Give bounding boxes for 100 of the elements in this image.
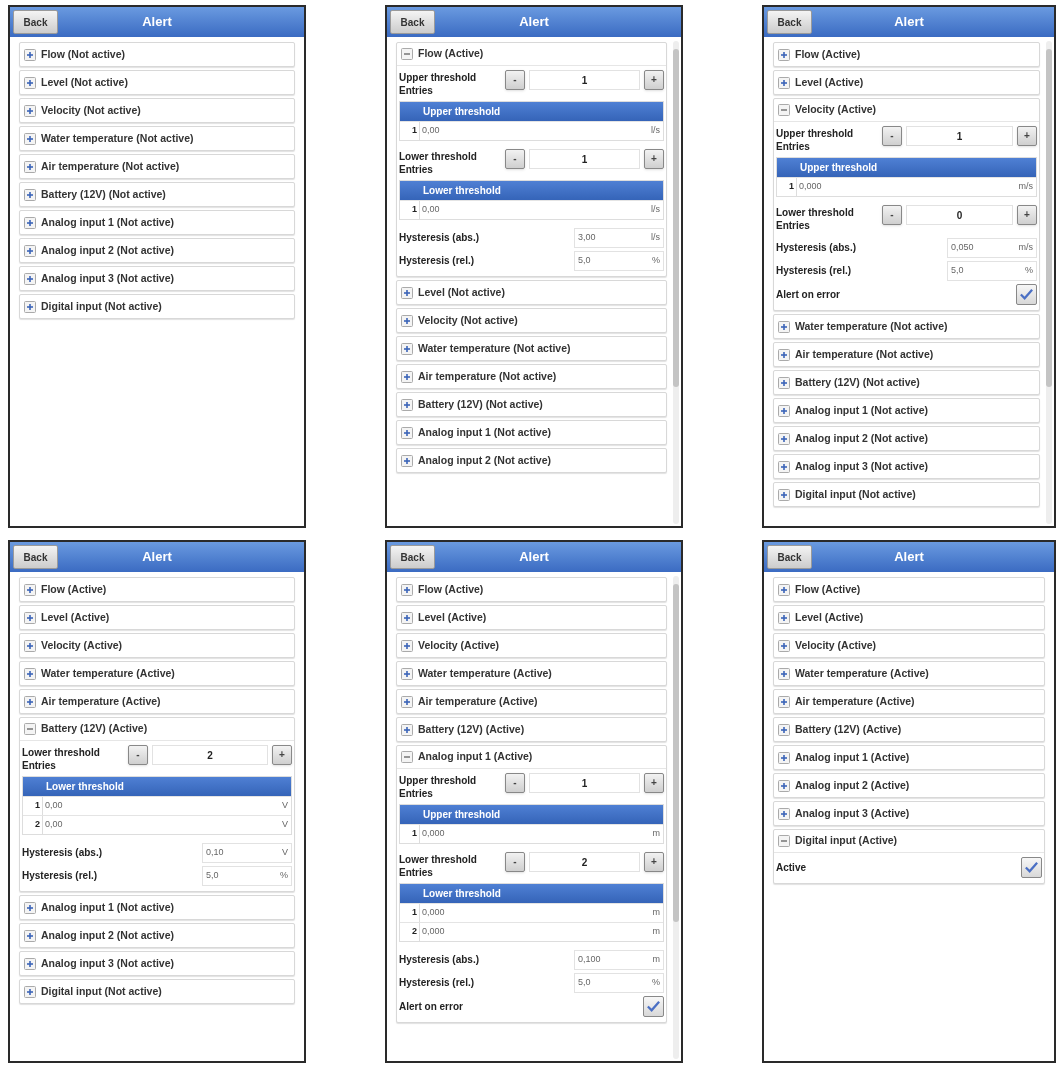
section-header[interactable]: Flow (Active) [20,578,294,601]
section-header[interactable]: Battery (12V) (Active) [397,718,666,741]
section-header[interactable]: Battery (12V) (Active) [20,718,294,741]
section-header[interactable]: Level (Active) [20,606,294,629]
section-header[interactable]: Air temperature (Active) [774,690,1044,713]
section-header[interactable]: Level (Active) [774,606,1044,629]
section-header[interactable]: Velocity (Not active) [397,309,666,332]
decrement-button[interactable]: - [882,205,902,225]
section-header[interactable]: Level (Active) [774,71,1039,94]
section-header[interactable]: Flow (Active) [774,578,1044,601]
back-button[interactable]: Back [767,545,812,569]
section-header[interactable]: Analog input 1 (Active) [774,746,1044,769]
number-field[interactable]: 0,050 m/s [947,237,1037,258]
section-header[interactable]: Air temperature (Active) [397,690,666,713]
section-header[interactable]: Battery (12V) (Active) [774,718,1044,741]
section-header[interactable]: Analog input 3 (Not active) [774,455,1039,478]
section-header[interactable]: Analog input 2 (Not active) [20,239,294,262]
section-header[interactable]: Analog input 2 (Not active) [20,924,294,947]
count-field[interactable]: 1 [906,126,1013,146]
section-header[interactable]: Air temperature (Not active) [397,365,666,388]
section-header[interactable]: Velocity (Active) [774,634,1044,657]
table-cell[interactable]: 0,000 m [420,923,663,941]
increment-button[interactable]: + [1017,126,1037,146]
number-field[interactable]: 5,0 % [574,972,664,993]
section-header[interactable]: Flow (Not active) [20,43,294,66]
number-field[interactable]: 5,0 % [202,865,292,886]
section-header[interactable]: Digital input (Not active) [20,295,294,318]
section-header[interactable]: Water temperature (Active) [774,662,1044,685]
section-header[interactable]: Water temperature (Active) [397,662,666,685]
decrement-button[interactable]: - [505,70,525,90]
section-header[interactable]: Water temperature (Not active) [20,127,294,150]
section-header[interactable]: Digital input (Not active) [20,980,294,1003]
count-field[interactable]: 2 [529,852,640,872]
section-header[interactable]: Velocity (Active) [397,634,666,657]
count-field[interactable]: 1 [529,70,640,90]
back-button[interactable]: Back [13,545,58,569]
back-button[interactable]: Back [13,10,58,34]
table-cell[interactable]: 0,000 m [420,825,663,843]
decrement-button[interactable]: - [128,745,148,765]
section-header[interactable]: Flow (Active) [774,43,1039,66]
table-cell[interactable]: 0,000 m/s [797,178,1036,196]
section-header[interactable]: Analog input 2 (Not active) [397,449,666,472]
section-header[interactable]: Velocity (Active) [20,634,294,657]
section-header[interactable]: Air temperature (Not active) [20,155,294,178]
scrollbar[interactable] [673,41,679,524]
count-field[interactable]: 0 [906,205,1013,225]
table-cell[interactable]: 0,00 V [43,797,291,815]
decrement-button[interactable]: - [505,149,525,169]
section-header[interactable]: Battery (12V) (Not active) [774,371,1039,394]
increment-button[interactable]: + [644,70,664,90]
section-header[interactable]: Battery (12V) (Not active) [397,393,666,416]
section-header[interactable]: Level (Not active) [20,71,294,94]
number-field[interactable]: 3,00 l/s [574,227,664,248]
count-field[interactable]: 1 [529,773,640,793]
scrollbar[interactable] [673,576,679,1059]
back-button[interactable]: Back [767,10,812,34]
section-header[interactable]: Battery (12V) (Not active) [20,183,294,206]
increment-button[interactable]: + [644,852,664,872]
section-header[interactable]: Analog input 1 (Not active) [397,421,666,444]
section-header[interactable]: Analog input 1 (Active) [397,746,666,769]
section-header[interactable]: Water temperature (Not active) [397,337,666,360]
section-header[interactable]: Analog input 2 (Not active) [774,427,1039,450]
section-header[interactable]: Analog input 1 (Not active) [20,211,294,234]
table-cell[interactable]: 0,00 l/s [420,122,663,140]
section-header[interactable]: Water temperature (Not active) [774,315,1039,338]
section-header[interactable]: Analog input 1 (Not active) [774,399,1039,422]
increment-button[interactable]: + [644,149,664,169]
decrement-button[interactable]: - [505,773,525,793]
section-header[interactable]: Analog input 3 (Not active) [20,952,294,975]
section-header[interactable]: Level (Active) [397,606,666,629]
number-field[interactable]: 5,0 % [947,260,1037,281]
table-cell[interactable]: 0,00 V [43,816,291,834]
increment-button[interactable]: + [644,773,664,793]
number-field[interactable]: 0,10 V [202,842,292,863]
table-cell[interactable]: 0,000 m [420,904,663,922]
section-header[interactable]: Flow (Active) [397,578,666,601]
count-field[interactable]: 2 [152,745,268,765]
section-header[interactable]: Analog input 1 (Not active) [20,896,294,919]
section-header[interactable]: Digital input (Active) [774,830,1044,853]
decrement-button[interactable]: - [505,852,525,872]
section-header[interactable]: Flow (Active) [397,43,666,66]
checkbox[interactable] [1016,283,1037,305]
section-header[interactable]: Air temperature (Active) [20,690,294,713]
decrement-button[interactable]: - [882,126,902,146]
section-header[interactable]: Air temperature (Not active) [774,343,1039,366]
number-field[interactable]: 0,100 m [574,949,664,970]
section-header[interactable]: Analog input 3 (Active) [774,802,1044,825]
section-header[interactable]: Analog input 3 (Not active) [20,267,294,290]
back-button[interactable]: Back [390,545,435,569]
increment-button[interactable]: + [1017,205,1037,225]
increment-button[interactable]: + [272,745,292,765]
section-header[interactable]: Water temperature (Active) [20,662,294,685]
count-field[interactable]: 1 [529,149,640,169]
checkbox[interactable] [643,995,664,1017]
back-button[interactable]: Back [390,10,435,34]
checkbox[interactable] [1021,856,1042,878]
number-field[interactable]: 5,0 % [574,250,664,271]
section-header[interactable]: Velocity (Not active) [20,99,294,122]
section-header[interactable]: Analog input 2 (Active) [774,774,1044,797]
section-header[interactable]: Level (Not active) [397,281,666,304]
